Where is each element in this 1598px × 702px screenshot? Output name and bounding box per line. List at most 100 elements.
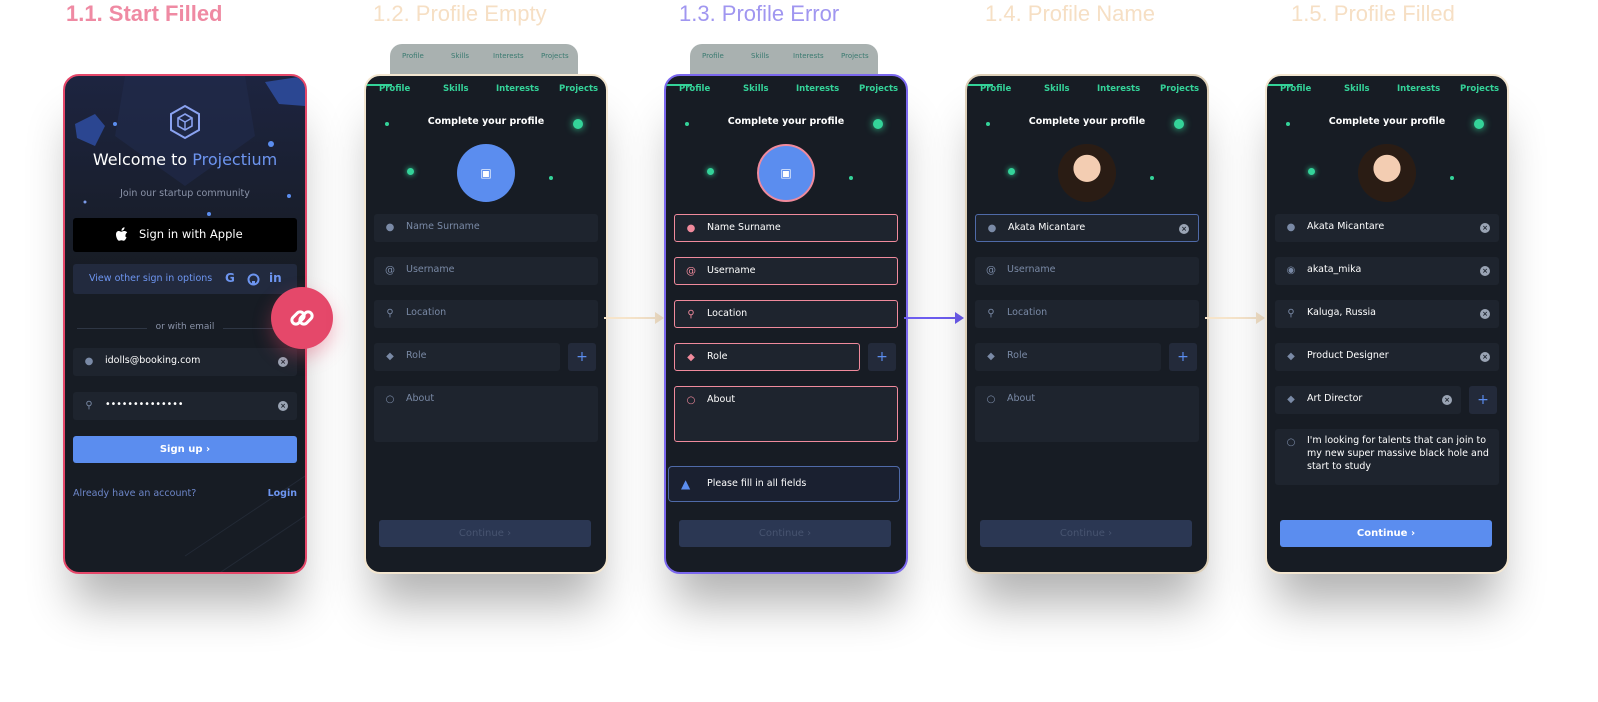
tab-profile[interactable]: Profile [379,84,410,94]
role-placeholder: Role [1007,350,1028,361]
tab-projects[interactable]: Projects [559,84,598,94]
clear-x-icon[interactable]: × [1480,223,1490,233]
about-field[interactable]: ○ About [674,386,898,442]
clear-x-icon[interactable]: × [1480,352,1490,362]
tab-bar: Profile Skills Interests Projects [366,84,606,102]
username-field[interactable]: @ Username [374,257,598,285]
image-icon: ▣ [480,166,492,180]
tab-profile[interactable]: Profile [679,84,710,94]
add-role-button[interactable]: + [568,343,596,371]
tab-skills[interactable]: Skills [743,84,769,94]
ghost-tab-profile: Profile [702,52,724,60]
email-value: idolls@booking.com [105,355,201,366]
add-role-button[interactable]: + [1169,343,1197,371]
tab-projects[interactable]: Projects [1460,84,1499,94]
name-field[interactable]: ● Name Surname [674,214,898,242]
continue-button[interactable]: Continue › [980,520,1192,547]
name-placeholder: Name Surname [707,222,781,233]
location-pin-icon: ⚲ [687,309,695,320]
clear-x-icon[interactable]: × [278,401,288,411]
decor-dot [1008,168,1015,175]
person-circle-icon: ◉ [1286,265,1296,276]
screen-title-start-filled: 1.1. Start Filled [66,1,223,26]
name-field[interactable]: ● Akata Micantare × [975,214,1199,242]
avatar-photo[interactable] [1058,144,1116,202]
screen-profile-filled: Profile Skills Interests Projects Comple… [1265,74,1509,574]
decor-dot [707,168,714,175]
add-role-button[interactable]: + [868,343,896,371]
ghost-tab-skills: Skills [751,52,769,60]
continue-button[interactable]: Continue › [679,520,891,547]
username-field[interactable]: @ Username [674,257,898,285]
other-sign-in-options[interactable]: View other sign in options G in [73,264,297,294]
decor-dot [1286,122,1290,126]
tab-interests[interactable]: Interests [496,84,539,94]
clear-x-icon[interactable]: × [1480,309,1490,319]
location-field[interactable]: ⚲ Kaluga, Russia × [1275,300,1499,328]
linkedin-icon[interactable]: in [269,271,282,285]
location-field[interactable]: ⚲ Location [975,300,1199,328]
username-field[interactable]: @ Username [975,257,1199,285]
clear-x-icon[interactable]: × [1480,266,1490,276]
tab-skills[interactable]: Skills [443,84,469,94]
about-field[interactable]: ○ About [975,386,1199,442]
profile-title: Complete your profile [1028,116,1146,127]
screen-profile-error: Profile Skills Interests Projects Comple… [664,74,908,574]
name-field[interactable]: ● Akata Micantare × [1275,214,1499,242]
role-field-2[interactable]: ◆ Art Director × [1275,386,1461,414]
link-icon [290,310,314,326]
welcome-text: Welcome to [92,150,188,169]
tab-interests[interactable]: Interests [1097,84,1140,94]
username-field[interactable]: ◉ akata_mika × [1275,257,1499,285]
tab-skills[interactable]: Skills [1344,84,1370,94]
google-icon[interactable]: G [225,271,235,285]
decor-dot [1150,176,1154,180]
name-field[interactable]: ● Name Surname [374,214,598,242]
github-icon[interactable] [247,273,260,286]
sign-in-apple-button[interactable]: Sign in with Apple [73,218,297,252]
screen-title-profile-error: 1.3. Profile Error [679,1,840,26]
about-field[interactable]: ○ About [374,386,598,442]
tab-skills[interactable]: Skills [1044,84,1070,94]
role-placeholder: Role [406,350,427,361]
clear-x-icon[interactable]: × [1442,395,1452,405]
role-field[interactable]: ◆ Role [975,343,1161,371]
continue-button[interactable]: Continue › [379,520,591,547]
password-field[interactable]: ⚲ •••••••••••••• × [73,392,297,420]
about-field[interactable]: ○ I'm looking for talents that can join … [1275,429,1499,485]
avatar-photo[interactable] [1358,144,1416,202]
tab-bar: Profile Skills Interests Projects [1267,84,1507,102]
clear-x-icon[interactable]: × [278,357,288,367]
sign-up-label: Sign up [159,444,203,455]
decor-dot [385,122,389,126]
name-value: Akata Micantare [1008,222,1086,233]
avatar-upload[interactable]: ▣ [757,144,815,202]
sign-up-button[interactable]: Sign up › [73,436,297,463]
login-link[interactable]: Login [268,488,297,499]
clear-x-icon[interactable]: × [1179,224,1189,234]
role-field[interactable]: ◆ Product Designer × [1275,343,1499,371]
location-field[interactable]: ⚲ Location [674,300,898,328]
role-field[interactable]: ◆ Role [674,343,860,371]
location-field[interactable]: ⚲ Location [374,300,598,328]
ghost-tab-interests: Interests [793,52,824,60]
tab-profile[interactable]: Profile [1280,84,1311,94]
role-field[interactable]: ◆ Role [374,343,560,371]
tab-interests[interactable]: Interests [796,84,839,94]
tab-profile[interactable]: Profile [980,84,1011,94]
decor-dot [986,122,990,126]
location-placeholder: Location [707,308,748,319]
chevron-right-icon: › [1410,528,1416,539]
tab-projects[interactable]: Projects [859,84,898,94]
add-role-button[interactable]: + [1469,386,1497,414]
ghost-tab-interests: Interests [493,52,524,60]
continue-button[interactable]: Continue › [1280,520,1492,547]
email-field[interactable]: ● idolls@booking.com × [73,348,297,376]
avatar-upload[interactable]: ▣ [457,144,515,202]
link-button[interactable] [271,287,333,349]
about-placeholder: About [406,393,435,404]
tab-projects[interactable]: Projects [1160,84,1199,94]
decor-dot [1450,176,1454,180]
have-account-text: Already have an account? [73,488,197,499]
tab-interests[interactable]: Interests [1397,84,1440,94]
